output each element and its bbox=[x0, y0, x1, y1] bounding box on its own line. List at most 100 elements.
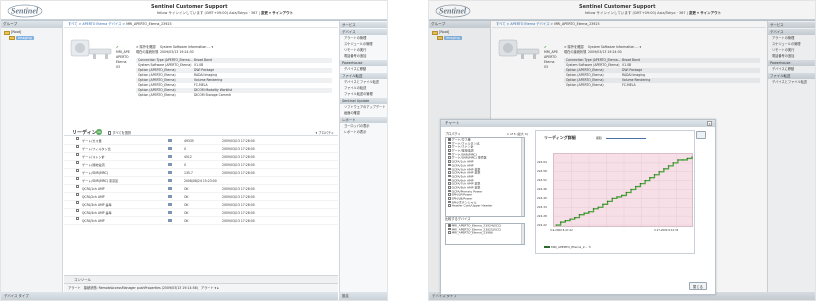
breadcrumb-link[interactable]: すべて > APERTO Eterna デバイス > bbox=[68, 22, 126, 26]
data-point bbox=[621, 194, 623, 197]
export-chart-button[interactable] bbox=[696, 131, 706, 139]
property-option[interactable]: Header Cont/Upper Header bbox=[446, 204, 524, 208]
ok-check-icon: ✔ bbox=[116, 45, 119, 49]
reading-row[interactable]: ゲート/フィルタン比 0 2009/03/13 17:28:00 bbox=[64, 145, 338, 153]
checkbox bbox=[448, 193, 451, 196]
data-point bbox=[677, 159, 679, 161]
devices-label: 比較するデバイス bbox=[445, 217, 471, 221]
reading-row[interactable]: ゲート/ガス量 49335 2009/03/13 17:28:00 bbox=[64, 137, 338, 145]
menu-item[interactable]: レポートの表示 bbox=[340, 129, 387, 135]
sentinel-logo[interactable]: Sentinel bbox=[7, 3, 47, 18]
chart-icon bbox=[168, 163, 172, 166]
device-type-bar[interactable]: デバイス タイプ bbox=[1, 292, 338, 300]
reading-row[interactable]: ゲート/接地電流 0 2009/03/13 17:28:00 bbox=[64, 161, 338, 169]
settings-bar[interactable]: 設定 bbox=[339, 292, 387, 300]
scrollbar[interactable] bbox=[521, 224, 524, 244]
y-tick-label: 224.52 bbox=[537, 178, 547, 183]
y-tick-label: 224.58 bbox=[537, 169, 547, 174]
reading-row[interactable]: QCFA/4ch AMP 基準 OK 2009/03/13 17:28:00 bbox=[64, 209, 338, 217]
console-bar[interactable]: コンソール bbox=[64, 275, 338, 283]
property-list[interactable]: ゲート/ガス量 ゲート/フィルタン比 ゲート/ストン計 ゲート/接地電流 ゲート/SNR… bbox=[445, 137, 525, 217]
properties-link[interactable]: ▾ プロパティ bbox=[316, 130, 334, 135]
checkbox bbox=[448, 200, 451, 204]
y-tick-label: 224.28 bbox=[537, 213, 547, 218]
checkbox bbox=[448, 149, 451, 152]
software-info-select[interactable]: System Software Information ... ▾ bbox=[160, 45, 213, 49]
edit-icon[interactable]: ✎ bbox=[588, 245, 591, 249]
property-picker: プロパティ 1 of 5 (最大 4) ゲート/ガス量 ゲート/フィルタン比 ゲート… bbox=[445, 132, 528, 278]
data-point bbox=[564, 220, 566, 222]
section-heading: サービス bbox=[340, 22, 387, 28]
right-sidebar: サービス デバイス アラートの管理 スケジュールの管理 リモートの実行 電話番号… bbox=[339, 21, 387, 292]
device-option[interactable]: MRI_APERTO_Eterna_23986 bbox=[446, 231, 524, 235]
device-compare-list[interactable]: MRI_APERTO_Eterna_23924(SCC) MRI_APERTO_E… bbox=[445, 223, 525, 245]
checkbox bbox=[448, 160, 451, 163]
menu-item[interactable]: 画面の確認 bbox=[340, 110, 387, 116]
checkbox bbox=[448, 141, 451, 145]
y-tick-label: 224.64 bbox=[537, 160, 547, 165]
main-content: すべて > APERTO Eterna デバイス > MRI_APERTO_Et… bbox=[64, 21, 338, 292]
checkbox bbox=[448, 189, 451, 193]
tree-item-imaging[interactable]: Imaging bbox=[4, 35, 59, 40]
device-name: ✔ MRI_APERTO_Eterna_23925 APERTO Eterna … bbox=[116, 45, 130, 69]
device-page-panel: Sentinel Sentinel Customer Support fello… bbox=[0, 0, 388, 301]
alarm-bar: アラート 接続状態: RemoteAccessManager pushPrope… bbox=[64, 283, 338, 292]
y-tick-label: 224.34 bbox=[537, 204, 547, 209]
reading-row[interactable]: ゲート/ストン計 4512 2009/03/13 17:28:00 bbox=[64, 153, 338, 161]
chart-icon bbox=[168, 203, 172, 206]
data-point bbox=[635, 185, 637, 188]
reading-row[interactable]: QCFA/3ch AMP 基準 OK 2009/03/13 17:28:00 bbox=[64, 201, 338, 209]
menu-item[interactable]: デバイスに移動 bbox=[340, 66, 387, 72]
data-point bbox=[574, 217, 576, 219]
reading-row[interactable]: QCFA/5ch AMP OK 2009/03/13 17:28:00 bbox=[64, 217, 338, 225]
data-point bbox=[682, 159, 684, 161]
y-tick-label: 224.22 bbox=[537, 222, 547, 227]
group-tree: [Root] Imaging bbox=[1, 28, 62, 42]
checkbox bbox=[448, 227, 451, 231]
data-point bbox=[667, 165, 670, 167]
breadcrumb-current: MRI_APERTO_Eterna_23925 bbox=[126, 22, 172, 26]
chart-dialog: チャート ✕ プロパティ 1 of 5 (最大 4) ゲート/ガス量 ゲート/フィ… bbox=[440, 119, 716, 295]
user-status: fellow サインインしています (GMT+09:00) Asia/Tokyo… bbox=[157, 11, 294, 15]
folder-icon bbox=[4, 30, 10, 35]
header-links[interactable]: 変更 ▾ サインアウト bbox=[261, 11, 293, 15]
app-title: Sentinel Customer Support bbox=[151, 4, 228, 10]
checkbox bbox=[448, 163, 451, 167]
chart-area: リーディング詳細 期間 224.64 224.58 224.52 224.46 224.… bbox=[535, 130, 706, 254]
chart-icon bbox=[168, 219, 172, 222]
data-point bbox=[672, 162, 674, 164]
legend-swatch bbox=[544, 246, 550, 248]
reading-row[interactable]: ゲート/SNR(MRC) 135.7 2009/03/13 17:28:00 bbox=[64, 169, 338, 177]
chart-icon bbox=[168, 211, 172, 214]
data-point bbox=[606, 200, 609, 202]
data-point bbox=[597, 206, 599, 208]
reading-row[interactable]: ゲート/SNR(MRC) 東京区 2008/08/24 15:23:00 bbox=[64, 177, 338, 185]
close-icon[interactable]: ✕ bbox=[707, 121, 712, 126]
plot-area bbox=[553, 153, 694, 228]
breadcrumb: すべて > APERTO Eterna デバイス > MRI_APERTO_Et… bbox=[64, 21, 338, 28]
property-row: Option (APERTO_Eterna) DICOM Storage Comm… bbox=[138, 93, 231, 97]
data-point bbox=[658, 171, 660, 173]
data-point bbox=[625, 191, 627, 194]
menu-item[interactable]: ファイル転送の管理 bbox=[340, 91, 387, 97]
menu-item[interactable]: 電話番号の追加 bbox=[340, 53, 387, 59]
data-point bbox=[639, 183, 642, 185]
data-point bbox=[569, 218, 571, 220]
data-point bbox=[560, 221, 562, 223]
chart-title: リーディング詳細 bbox=[544, 135, 576, 140]
y-tick-label: 224.46 bbox=[537, 187, 547, 192]
select-all-checkbox[interactable]: すべてを選択 bbox=[108, 130, 131, 135]
zoom-slider[interactable] bbox=[606, 138, 646, 139]
data-point bbox=[644, 180, 646, 182]
close-button[interactable]: 閉じる bbox=[689, 282, 707, 290]
scrollbar[interactable] bbox=[521, 138, 524, 216]
data-point bbox=[616, 196, 618, 198]
reading-row[interactable]: QCFA/1ch AMP OK 2009/03/13 17:28:00 bbox=[64, 185, 338, 193]
data-point bbox=[686, 157, 688, 160]
data-point bbox=[663, 168, 665, 170]
alarm-links[interactable]: アラート ▾ ▸ bbox=[201, 286, 219, 290]
x-tick-label: 3-9-2009 8-47-42 bbox=[550, 229, 573, 232]
checkbox bbox=[448, 178, 451, 182]
chart-dialog-header: チャート ✕ bbox=[441, 120, 715, 127]
reading-row[interactable]: QCFA/2ch AMP OK 2009/03/13 17:28:00 bbox=[64, 193, 338, 201]
